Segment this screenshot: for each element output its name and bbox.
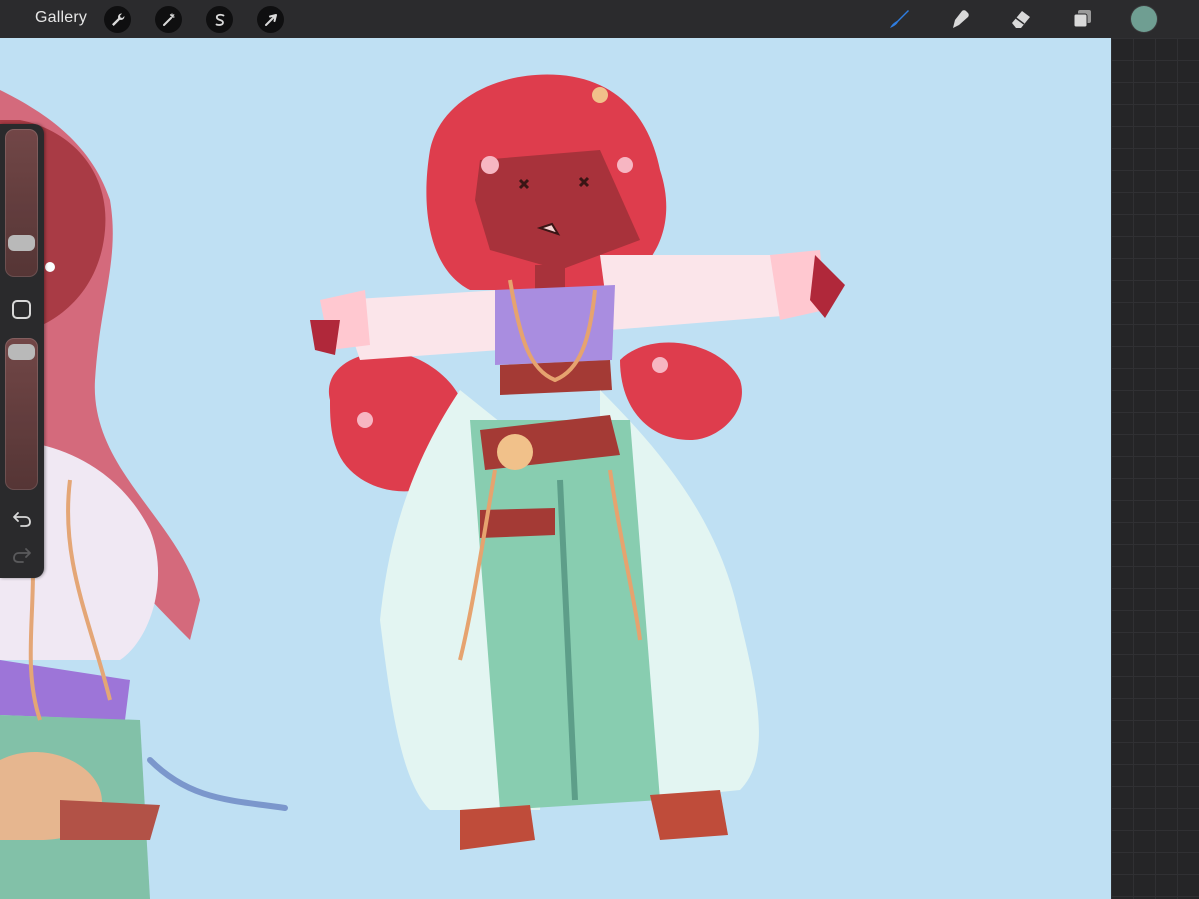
redo-icon	[13, 548, 31, 563]
redo-button[interactable]	[10, 544, 34, 566]
wrench-icon	[111, 13, 124, 26]
side-toolbar	[0, 124, 44, 578]
drawing-canvas[interactable]	[0, 38, 1111, 899]
main-character	[310, 74, 845, 850]
actions-button[interactable]	[104, 6, 131, 33]
opacity-thumb[interactable]	[8, 344, 35, 360]
brush-size-thumb[interactable]	[8, 235, 35, 251]
top-toolbar: Gallery	[0, 0, 1199, 38]
magic-wand-icon	[162, 12, 175, 26]
transform-button[interactable]	[257, 6, 284, 33]
selection-s-icon	[215, 13, 224, 26]
eraser-icon	[1012, 11, 1030, 28]
eraser-tool[interactable]	[1007, 5, 1035, 33]
undo-button[interactable]	[10, 508, 34, 530]
brush-tool[interactable]	[885, 5, 913, 33]
adjustments-button[interactable]	[155, 6, 182, 33]
square-modify-icon[interactable]	[12, 300, 31, 319]
canvas-outside-grid	[1111, 38, 1199, 899]
undo-icon	[13, 512, 31, 527]
character-artwork	[0, 74, 845, 899]
gallery-button[interactable]: Gallery	[35, 9, 87, 27]
smudge-finger-icon	[953, 10, 969, 28]
layers-icon	[1073, 10, 1091, 28]
smudge-tool[interactable]	[946, 5, 974, 33]
selection-button[interactable]	[206, 6, 233, 33]
brush-icon	[890, 10, 909, 28]
arrow-cursor-icon	[264, 13, 277, 26]
brush-size-slider[interactable]	[5, 129, 38, 277]
layers-button[interactable]	[1068, 5, 1096, 33]
color-picker[interactable]	[1131, 6, 1157, 32]
opacity-slider[interactable]	[5, 338, 38, 490]
